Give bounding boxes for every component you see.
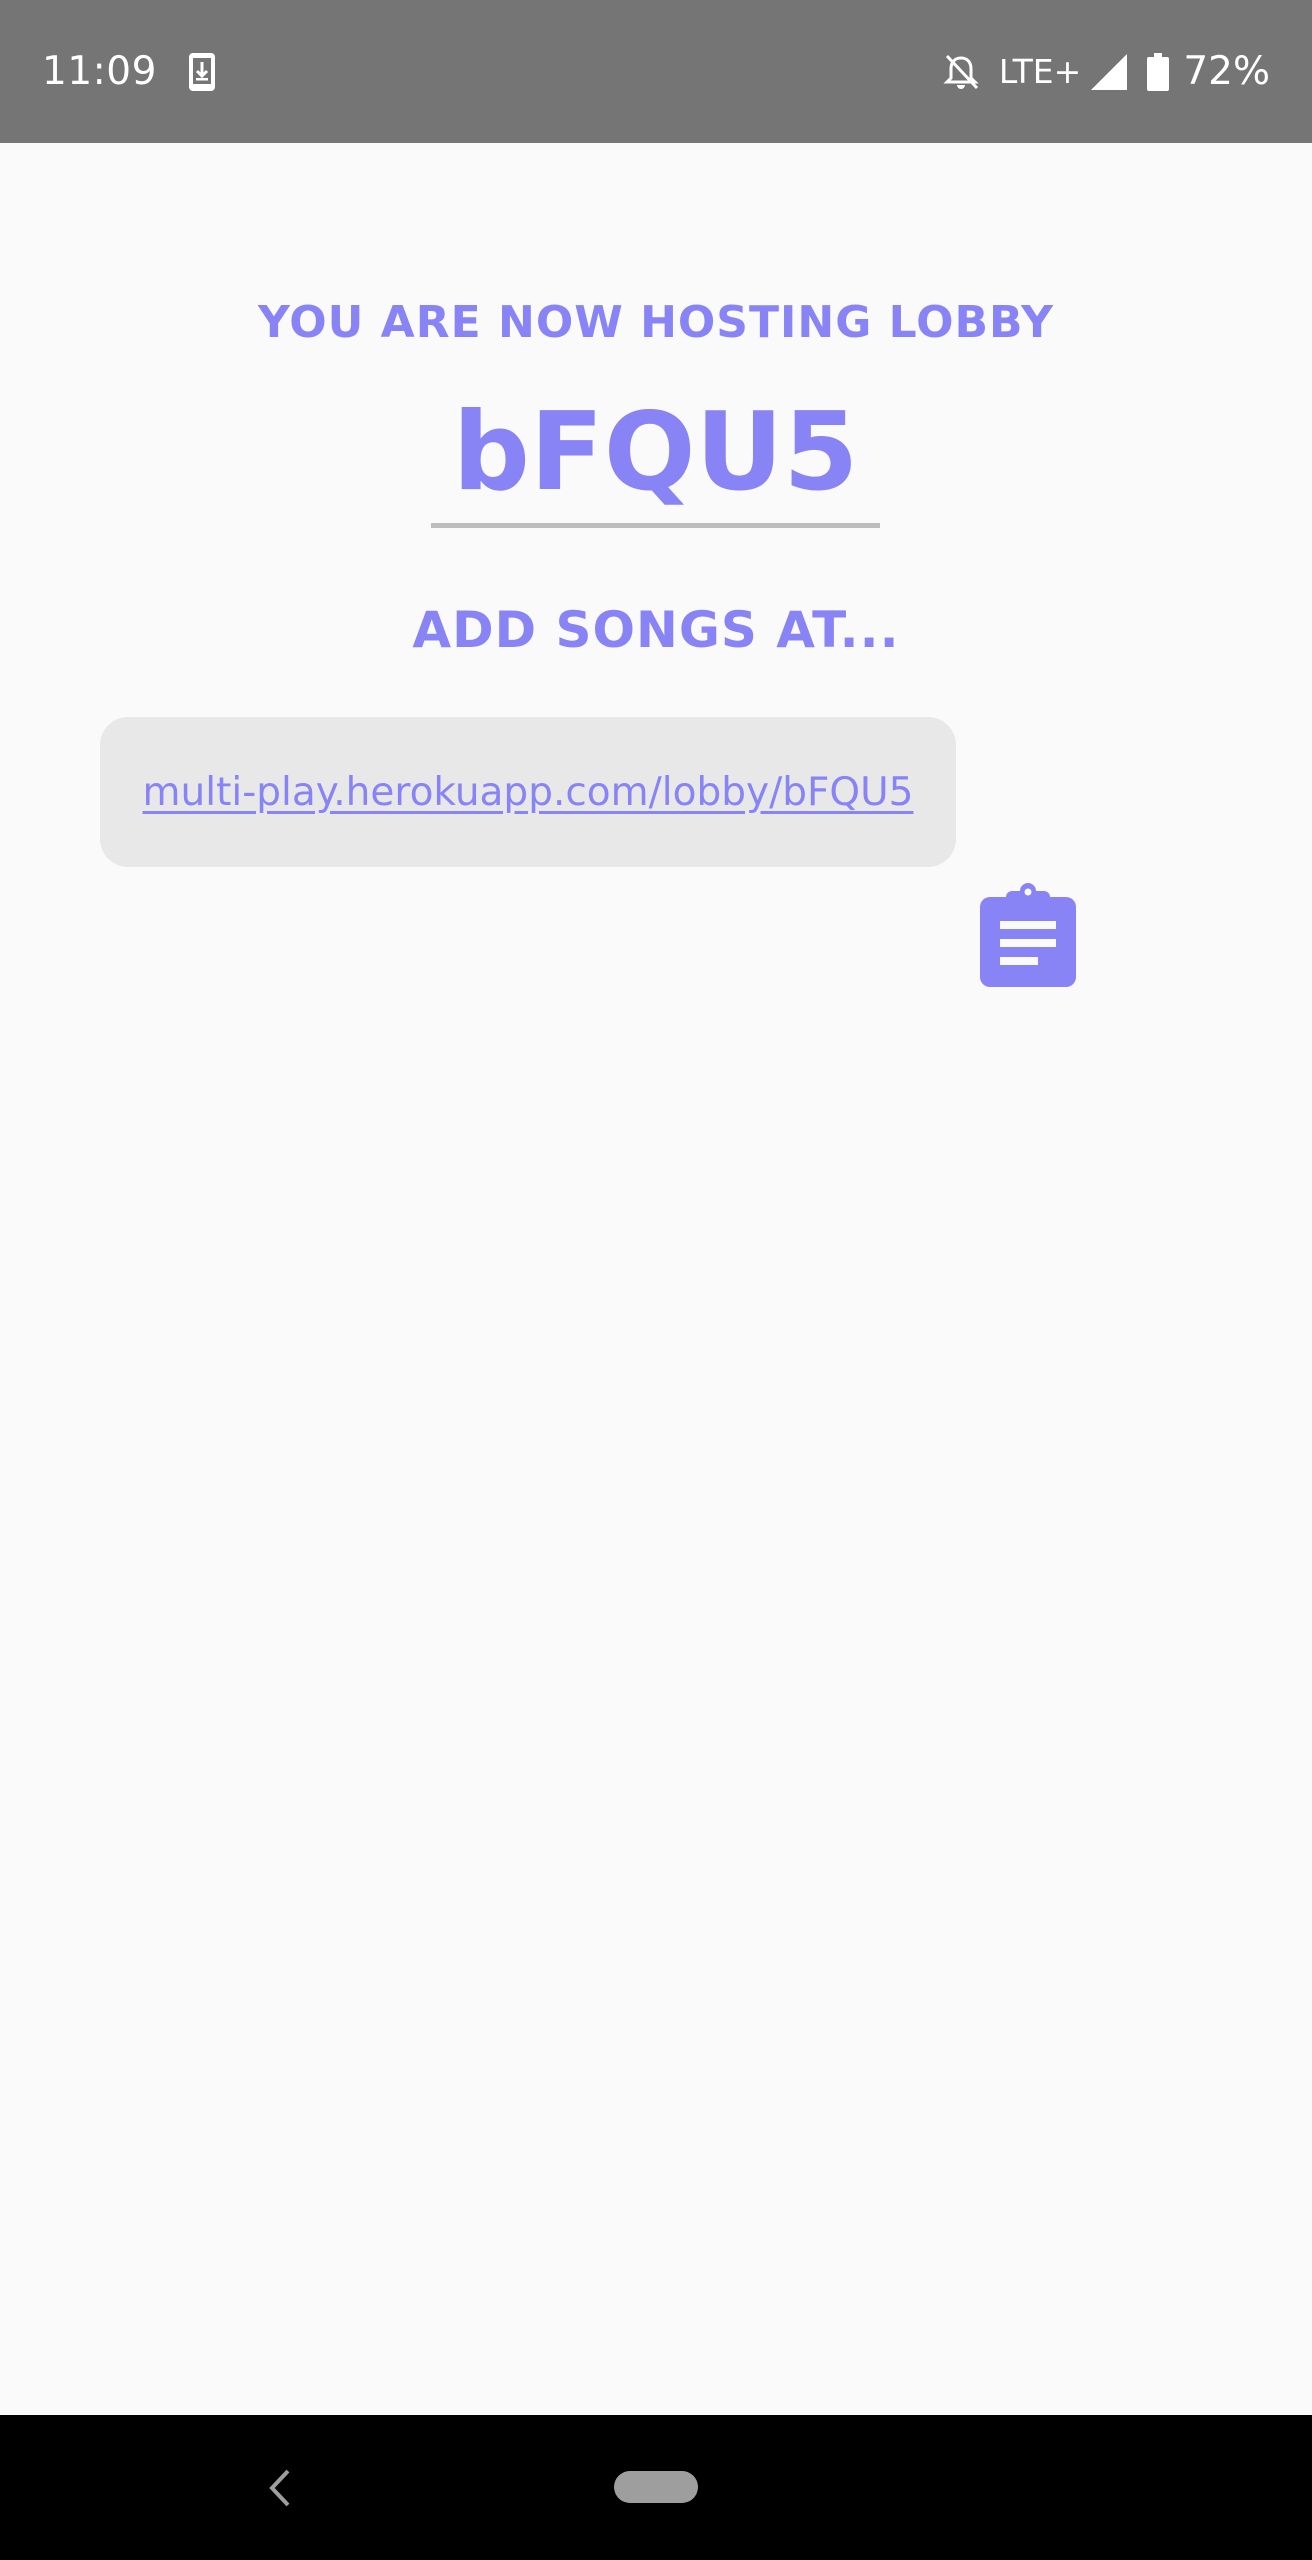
add-songs-label: ADD SONGS AT... bbox=[412, 601, 900, 659]
lobby-screen: YOU ARE NOW HOSTING LOBBY bFQU5 ADD SONG… bbox=[0, 143, 1312, 2415]
network-type: LTE+ bbox=[998, 52, 1082, 91]
lobby-link-box: multi-play.herokuapp.com/lobby/bFQU5 bbox=[100, 717, 956, 867]
status-time: 11:09 bbox=[42, 49, 157, 94]
status-bar: 11:09 LTE+ 72% bbox=[0, 0, 1312, 143]
back-icon[interactable] bbox=[262, 2463, 298, 2513]
battery-percentage: 72% bbox=[1183, 49, 1270, 94]
lobby-link[interactable]: multi-play.herokuapp.com/lobby/bFQU5 bbox=[143, 770, 914, 815]
home-pill-icon[interactable] bbox=[614, 2471, 698, 2503]
download-notification-icon bbox=[188, 52, 216, 92]
copy-link-button[interactable] bbox=[980, 883, 1076, 987]
status-indicators: LTE+ 72% bbox=[941, 48, 1270, 96]
notifications-off-icon bbox=[941, 52, 981, 92]
navigation-bar bbox=[0, 2415, 1312, 2560]
lobby-code: bFQU5 bbox=[431, 388, 880, 528]
cell-signal-icon bbox=[1091, 54, 1128, 90]
hosting-label: YOU ARE NOW HOSTING LOBBY bbox=[257, 297, 1055, 348]
clipboard-icon bbox=[980, 883, 1076, 987]
battery-icon bbox=[1147, 53, 1170, 91]
